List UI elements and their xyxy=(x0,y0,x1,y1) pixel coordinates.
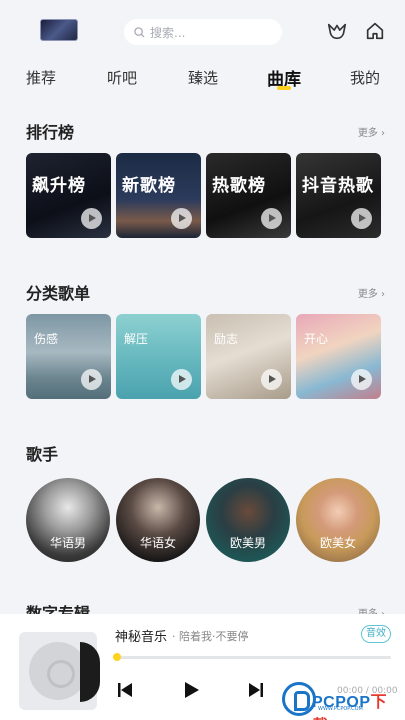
chart-label: 飙升榜 xyxy=(32,176,86,196)
more-label: 更多 xyxy=(357,128,378,139)
search-icon xyxy=(134,26,145,38)
main-tabs: 推荐 听吧 臻选 曲库 我的 xyxy=(0,62,405,96)
category-label: 开心 xyxy=(304,332,329,346)
disc-icon xyxy=(29,642,87,700)
tab-listen[interactable]: 听吧 xyxy=(107,67,137,88)
play-icon[interactable] xyxy=(171,369,192,390)
active-tab-indicator xyxy=(277,86,291,90)
user-avatar[interactable] xyxy=(40,19,78,41)
categories-title: 分类歌单 xyxy=(26,284,91,303)
chart-label: 新歌榜 xyxy=(122,176,176,196)
more-label: 更多 xyxy=(357,289,378,300)
chart-card[interactable]: 抖音热歌 xyxy=(296,153,381,238)
top-bar: 搜索... xyxy=(0,0,405,60)
category-card[interactable]: 励志 xyxy=(206,314,291,399)
tab-mine[interactable]: 我的 xyxy=(350,67,380,88)
singer-category[interactable]: 欧美男 xyxy=(206,478,290,562)
previous-icon[interactable] xyxy=(116,681,134,699)
search-placeholder: 搜索... xyxy=(150,25,186,40)
singer-label: 华语男 xyxy=(49,536,86,550)
play-icon[interactable] xyxy=(261,369,282,390)
watermark-url: WWW.PCPOP.COM xyxy=(318,706,363,712)
singer-category[interactable]: 华语女 xyxy=(116,478,200,562)
chart-card[interactable]: 飙升榜 xyxy=(26,153,111,238)
watermark-text: PCPOP下载 xyxy=(312,688,402,720)
next-icon[interactable] xyxy=(247,681,265,699)
song-artist: · 陪着我·不要停 xyxy=(172,630,249,643)
progress-bar[interactable] xyxy=(115,656,391,659)
home-icon[interactable] xyxy=(364,20,386,42)
category-card[interactable]: 开心 xyxy=(296,314,381,399)
progress-knob[interactable] xyxy=(113,653,121,661)
tab-selected[interactable]: 臻选 xyxy=(188,67,218,88)
chart-card[interactable]: 热歌榜 xyxy=(206,153,291,238)
chevron-right-icon: › xyxy=(381,289,385,300)
search-input[interactable]: 搜索... xyxy=(124,19,282,45)
singer-label: 华语女 xyxy=(139,536,176,550)
category-label: 伤感 xyxy=(34,332,59,346)
category-card[interactable]: 伤感 xyxy=(26,314,111,399)
categories-more-link[interactable]: 更多 › xyxy=(358,285,385,300)
singer-label: 欧美女 xyxy=(319,536,356,550)
tab-recommend[interactable]: 推荐 xyxy=(26,67,56,88)
pcpop-watermark: PCPOP下载 WWW.PCPOP.COM xyxy=(282,682,402,720)
pcpop-logo-icon xyxy=(282,682,316,716)
play-icon[interactable] xyxy=(171,208,192,229)
play-pause-icon[interactable] xyxy=(182,681,200,699)
singer-category[interactable]: 华语男 xyxy=(26,478,110,562)
vinyl-edge xyxy=(80,642,100,702)
chevron-right-icon: › xyxy=(381,128,385,139)
play-icon[interactable] xyxy=(351,369,372,390)
chart-label: 热歌榜 xyxy=(212,176,266,196)
song-title[interactable]: 神秘音乐 xyxy=(115,626,167,645)
music-recognize-icon[interactable] xyxy=(326,20,348,42)
chart-label: 抖音热歌 xyxy=(302,176,374,196)
category-label: 解压 xyxy=(124,332,149,346)
play-icon[interactable] xyxy=(261,208,282,229)
chart-card[interactable]: 新歌榜 xyxy=(116,153,201,238)
sound-effect-button[interactable]: 音效 xyxy=(361,625,391,643)
singer-category[interactable]: 欧美女 xyxy=(296,478,380,562)
charts-more-link[interactable]: 更多 › xyxy=(358,124,385,139)
singers-title: 歌手 xyxy=(26,445,59,464)
play-icon[interactable] xyxy=(81,369,102,390)
play-icon[interactable] xyxy=(81,208,102,229)
charts-title: 排行榜 xyxy=(26,123,75,142)
category-card[interactable]: 解压 xyxy=(116,314,201,399)
singer-label: 欧美男 xyxy=(229,536,266,550)
category-label: 励志 xyxy=(214,332,239,346)
play-icon[interactable] xyxy=(351,208,372,229)
